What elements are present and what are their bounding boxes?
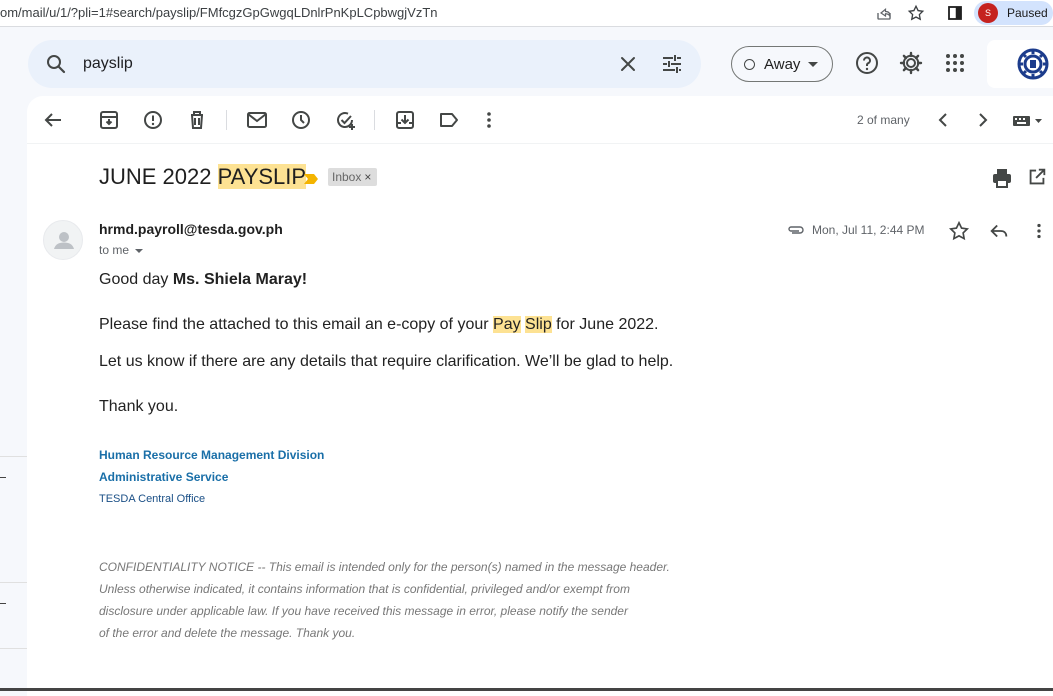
reply-icon[interactable] <box>988 220 1010 242</box>
subject-highlight: PAYSLIP <box>217 164 307 189</box>
status-dropdown[interactable]: Away <box>731 46 833 82</box>
conf-line: CONFIDENTIALITY NOTICE -- This email is … <box>99 560 670 574</box>
recipient-details[interactable]: to me <box>99 243 144 257</box>
status-label: Away <box>764 56 801 73</box>
sidebar-icon[interactable] <box>946 4 964 22</box>
snooze-icon[interactable] <box>289 108 313 132</box>
left-rail <box>0 96 27 691</box>
browser-url-bar[interactable]: om/mail/u/1/?pli=1#search/payslip/FMfcgz… <box>0 0 1053 27</box>
print-icon[interactable] <box>990 166 1014 190</box>
tune-icon[interactable] <box>660 52 684 76</box>
star-icon[interactable] <box>907 4 925 22</box>
greeting-name: Ms. Shiela Maray! <box>172 271 308 288</box>
para1-suffix: for June 2022. <box>551 316 659 333</box>
search-icon[interactable] <box>44 52 68 76</box>
collapsed-item[interactable] <box>0 603 6 604</box>
greeting: Good day Ms. Shiela Maray! <box>99 271 307 289</box>
message-view: 2 of many JUNE 2022 PAYSLIP Inbox × hrmd.… <box>27 96 1053 696</box>
toolbar-divider <box>374 110 375 130</box>
greeting-prefix: Good day <box>99 271 173 288</box>
attachment-icon <box>787 223 805 237</box>
sender-avatar[interactable] <box>43 220 83 260</box>
report-spam-icon[interactable] <box>141 108 165 132</box>
sender-email[interactable]: hrmd.payroll@tesda.gov.ph <box>99 221 283 237</box>
next-icon[interactable] <box>971 108 995 132</box>
conf-line: Unless otherwise indicated, it contains … <box>99 582 630 596</box>
star-icon[interactable] <box>948 220 970 242</box>
body-paragraph-1: Please find the attached to this email a… <box>99 316 658 334</box>
signature-service: Administrative Service <box>99 470 229 484</box>
toolbar-divider <box>226 110 227 130</box>
conf-line: of the error and delete the message. Tha… <box>99 626 356 640</box>
more-icon[interactable] <box>1028 220 1050 242</box>
gmail-header: Away <box>0 28 1053 96</box>
remove-label-icon[interactable]: × <box>364 170 371 184</box>
para1-prefix: Please find the attached to this email a… <box>99 316 494 333</box>
profile-chip[interactable]: S Paused <box>974 1 1053 25</box>
keyboard-icon[interactable] <box>1011 108 1047 132</box>
to-line: to me <box>99 243 130 257</box>
avatar: S <box>978 3 998 23</box>
close-icon[interactable] <box>616 52 640 76</box>
signature-office: TESDA Central Office <box>99 493 206 505</box>
highlight-pay: Pay <box>493 316 521 333</box>
divider <box>0 456 27 457</box>
search-input[interactable] <box>83 52 583 76</box>
share-icon[interactable] <box>875 4 893 22</box>
email-subject: JUNE 2022 PAYSLIP <box>99 164 307 190</box>
signature-division: Human Resource Management Division <box>99 448 325 462</box>
label-name: Inbox <box>332 170 362 184</box>
body-paragraph-2: Let us know if there are any details tha… <box>99 353 674 370</box>
move-to-icon[interactable] <box>393 108 417 132</box>
help-icon[interactable] <box>854 50 880 76</box>
email-date: Mon, Jul 11, 2:44 PM <box>812 223 925 237</box>
add-task-icon[interactable] <box>333 108 357 132</box>
confidentiality-notice: CONFIDENTIALITY NOTICE -- This email is … <box>99 556 719 644</box>
prev-icon[interactable] <box>931 108 955 132</box>
more-icon[interactable] <box>477 108 501 132</box>
profile-status: Paused <box>1007 6 1048 20</box>
search-bar[interactable] <box>28 40 701 88</box>
label-icon[interactable] <box>437 108 461 132</box>
label-chip-inbox[interactable]: Inbox × <box>328 168 378 186</box>
status-dot <box>744 59 755 70</box>
highlight-slip: Slip <box>525 316 552 333</box>
url-text[interactable]: om/mail/u/1/?pli=1#search/payslip/FMfcgz… <box>0 5 438 20</box>
closing: Thank you. <box>99 398 179 415</box>
conf-line: disclosure under applicable law. If you … <box>99 604 628 618</box>
collapsed-item[interactable] <box>0 477 6 478</box>
divider <box>0 582 27 583</box>
chevron-down-icon <box>808 62 818 67</box>
organization-logo[interactable] <box>987 40 1053 88</box>
pager-text: 2 of many <box>857 113 910 127</box>
chevron-down-icon[interactable] <box>135 248 144 253</box>
settings-icon[interactable] <box>898 50 924 76</box>
divider <box>0 648 27 649</box>
mark-unread-icon[interactable] <box>245 108 269 132</box>
important-marker-icon[interactable] <box>303 172 319 184</box>
delete-icon[interactable] <box>185 108 209 132</box>
subject-text: JUNE 2022 <box>99 164 218 189</box>
open-new-window-icon[interactable] <box>1026 166 1048 188</box>
apps-icon[interactable] <box>942 50 968 76</box>
back-icon[interactable] <box>41 108 65 132</box>
message-toolbar: 2 of many <box>27 96 1053 144</box>
archive-icon[interactable] <box>97 108 121 132</box>
